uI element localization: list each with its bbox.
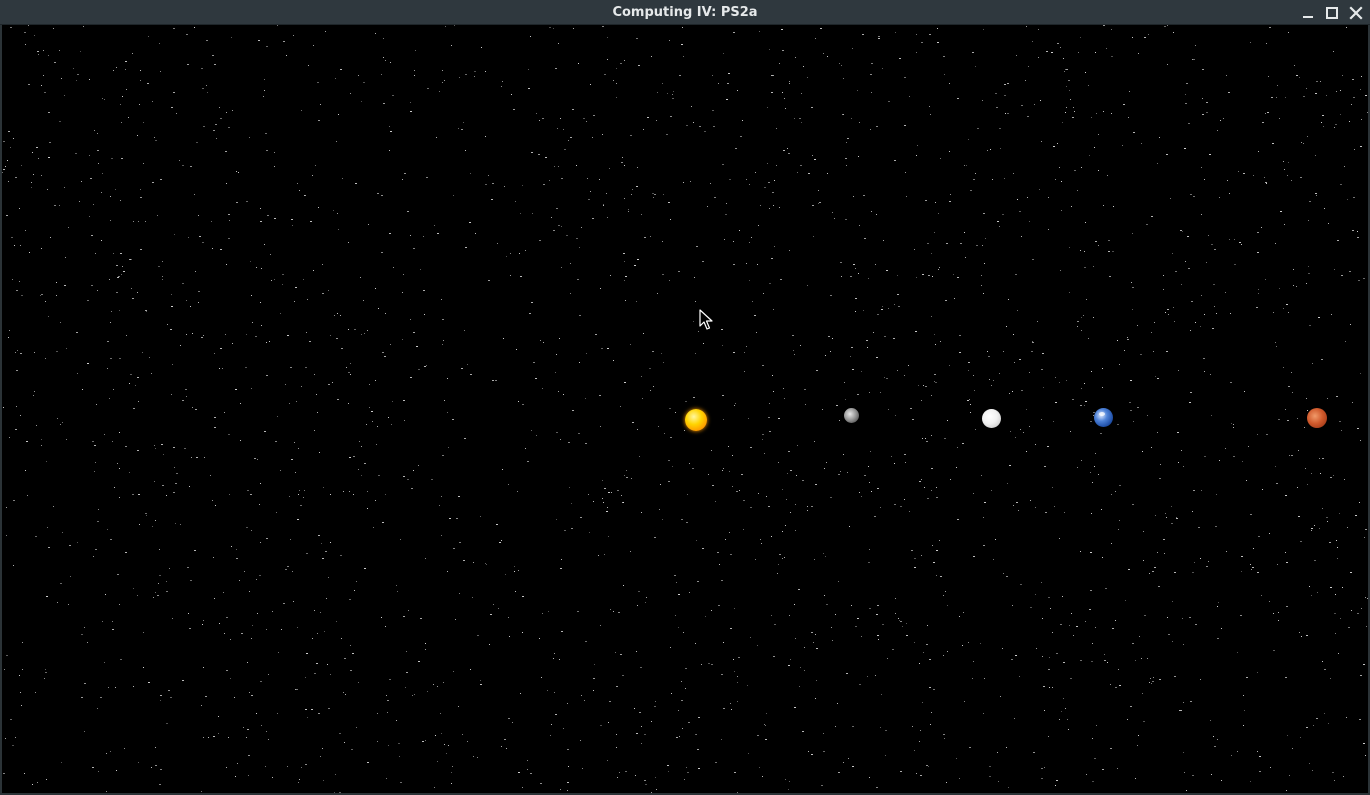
close-icon xyxy=(1349,6,1363,20)
close-button[interactable] xyxy=(1347,4,1365,22)
sun-sprite xyxy=(685,409,707,431)
starfield-background xyxy=(2,25,1368,793)
window-title: Computing IV: PS2a xyxy=(612,5,758,20)
mouse-cursor-icon xyxy=(699,309,713,330)
maximize-icon xyxy=(1326,7,1338,19)
minimize-icon xyxy=(1303,16,1313,18)
minimize-button[interactable] xyxy=(1299,4,1317,22)
earth-sprite xyxy=(1094,408,1113,427)
app-window: Computing IV: PS2a xyxy=(0,0,1370,795)
mars-sprite xyxy=(1307,408,1327,428)
venus-sprite xyxy=(982,409,1001,428)
universe-canvas[interactable] xyxy=(2,25,1368,793)
maximize-button[interactable] xyxy=(1323,4,1341,22)
mercury-sprite xyxy=(844,408,859,423)
title-bar[interactable]: Computing IV: PS2a xyxy=(0,0,1370,25)
